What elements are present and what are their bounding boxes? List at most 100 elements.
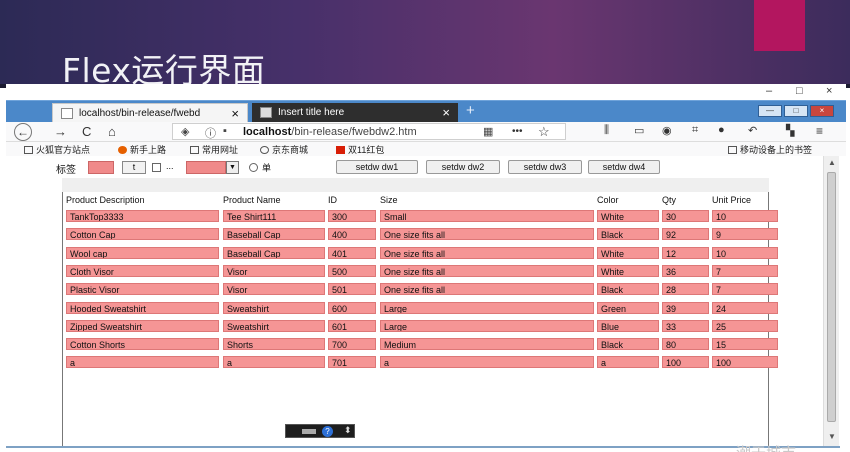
- table-cell[interactable]: 7: [712, 265, 778, 277]
- table-cell[interactable]: Cloth Visor: [66, 265, 219, 277]
- table-cell[interactable]: 15: [712, 338, 778, 350]
- table-cell[interactable]: Baseball Cap: [223, 247, 325, 259]
- table-cell[interactable]: 33: [662, 320, 709, 332]
- table-cell[interactable]: 701: [328, 356, 376, 368]
- table-cell[interactable]: 39: [662, 302, 709, 314]
- table-cell[interactable]: One size fits all: [380, 265, 594, 277]
- table-cell[interactable]: 700: [328, 338, 376, 350]
- flash-toolbar[interactable]: ? ⬍: [285, 424, 355, 438]
- table-cell[interactable]: Shorts: [223, 338, 325, 350]
- table-cell[interactable]: Sweatshirt: [223, 302, 325, 314]
- table-cell[interactable]: White: [597, 265, 659, 277]
- table-cell[interactable]: Hooded Sweatshirt: [66, 302, 219, 314]
- screenshot-icon[interactable]: ⌗: [692, 124, 698, 137]
- scroll-up-arrow[interactable]: ▲: [828, 158, 836, 167]
- undo-icon[interactable]: ↶: [748, 124, 757, 137]
- table-cell[interactable]: One size fits all: [380, 228, 594, 240]
- table-cell[interactable]: Medium: [380, 338, 594, 350]
- bookmark-firefox[interactable]: 火狐官方站点: [24, 143, 90, 156]
- table-cell[interactable]: 500: [328, 265, 376, 277]
- extensions-icon[interactable]: ▚: [786, 124, 794, 137]
- tab-insert-title[interactable]: Insert title here ×: [252, 103, 458, 123]
- table-cell[interactable]: Green: [597, 302, 659, 314]
- inner-maximize-button[interactable]: □: [784, 105, 808, 117]
- chat-icon[interactable]: ●: [718, 124, 725, 136]
- bookmark-mobile[interactable]: 移动设备上的书签: [728, 143, 812, 156]
- table-cell[interactable]: 100: [662, 356, 709, 368]
- table-cell[interactable]: One size fits all: [380, 247, 594, 259]
- close-tab-icon[interactable]: ×: [231, 106, 239, 121]
- table-cell[interactable]: Tee Shirt111: [223, 210, 325, 222]
- table-cell[interactable]: Cotton Shorts: [66, 338, 219, 350]
- scroll-thumb[interactable]: [827, 172, 836, 422]
- column-header[interactable]: ID: [328, 195, 337, 205]
- table-cell[interactable]: Wool cap: [66, 247, 219, 259]
- table-cell[interactable]: 24: [712, 302, 778, 314]
- info-icon[interactable]: ⓘ: [205, 125, 216, 141]
- table-cell[interactable]: 30: [662, 210, 709, 222]
- column-header[interactable]: Product Name: [223, 195, 281, 205]
- reload-button[interactable]: C: [82, 124, 91, 139]
- table-cell[interactable]: Black: [597, 228, 659, 240]
- table-cell[interactable]: 10: [712, 210, 778, 222]
- menu-icon[interactable]: ≡: [816, 124, 823, 138]
- scroll-down-arrow[interactable]: ▼: [828, 432, 836, 441]
- table-cell[interactable]: a: [66, 356, 219, 368]
- column-header[interactable]: Color: [597, 195, 619, 205]
- table-cell[interactable]: Sweatshirt: [223, 320, 325, 332]
- table-cell[interactable]: 12: [662, 247, 709, 259]
- column-header[interactable]: Unit Price: [712, 195, 751, 205]
- table-cell[interactable]: 9: [712, 228, 778, 240]
- inner-close-button[interactable]: ×: [810, 105, 834, 117]
- t-button[interactable]: t: [122, 161, 146, 174]
- bookmark-jd[interactable]: 京东商城: [260, 143, 308, 156]
- table-cell[interactable]: Small: [380, 210, 594, 222]
- table-cell[interactable]: Plastic Visor: [66, 283, 219, 295]
- radio-button[interactable]: [249, 163, 258, 172]
- table-cell[interactable]: Blue: [597, 320, 659, 332]
- bookmark-common[interactable]: 常用网址: [190, 143, 238, 156]
- bookmark-newbie[interactable]: 新手上路: [118, 143, 166, 156]
- table-cell[interactable]: 36: [662, 265, 709, 277]
- table-cell[interactable]: 601: [328, 320, 376, 332]
- table-cell[interactable]: a: [597, 356, 659, 368]
- table-cell[interactable]: Baseball Cap: [223, 228, 325, 240]
- close-tab-icon[interactable]: ×: [442, 105, 450, 120]
- minimize-icon[interactable]: [302, 429, 316, 434]
- maximize-button[interactable]: □: [796, 85, 803, 97]
- library-icon[interactable]: ⫼: [604, 124, 609, 137]
- column-header[interactable]: Qty: [662, 195, 676, 205]
- setdw-dw3-button[interactable]: setdw dw3: [508, 160, 582, 174]
- table-cell[interactable]: 600: [328, 302, 376, 314]
- back-button[interactable]: ←: [14, 123, 32, 141]
- qr-code-icon[interactable]: ▦: [483, 125, 493, 138]
- table-cell[interactable]: 28: [662, 283, 709, 295]
- table-cell[interactable]: 10: [712, 247, 778, 259]
- table-cell[interactable]: 92: [662, 228, 709, 240]
- url-bar[interactable]: ◈ ⓘ ▪ localhost/bin-release/fwebdw2.htm …: [172, 123, 566, 140]
- account-icon[interactable]: ◉: [662, 124, 672, 137]
- table-cell[interactable]: a: [380, 356, 594, 368]
- table-cell[interactable]: Black: [597, 283, 659, 295]
- setdw-dw2-button[interactable]: setdw dw2: [426, 160, 500, 174]
- sidebar-icon[interactable]: ▭: [634, 124, 644, 137]
- table-cell[interactable]: 7: [712, 283, 778, 295]
- home-button[interactable]: ⌂: [108, 124, 116, 139]
- table-cell[interactable]: Zipped Sweatshirt: [66, 320, 219, 332]
- setdw-dw4-button[interactable]: setdw dw4: [588, 160, 660, 174]
- column-header[interactable]: Size: [380, 195, 398, 205]
- table-cell[interactable]: Cotton Cap: [66, 228, 219, 240]
- minimize-button[interactable]: –: [766, 85, 772, 97]
- help-icon[interactable]: ?: [322, 426, 333, 437]
- new-tab-button[interactable]: +: [466, 102, 475, 119]
- table-cell[interactable]: 25: [712, 320, 778, 332]
- tab-localhost[interactable]: localhost/bin-release/fwebd ×: [52, 103, 248, 123]
- table-cell[interactable]: Large: [380, 320, 594, 332]
- inner-minimize-button[interactable]: —: [758, 105, 782, 117]
- setdw-dw1-button[interactable]: setdw dw1: [336, 160, 418, 174]
- spinner-icon[interactable]: ⬍: [344, 425, 352, 436]
- dropdown-value[interactable]: [186, 161, 226, 174]
- table-cell[interactable]: Visor: [223, 265, 325, 277]
- close-window-button[interactable]: ×: [826, 85, 832, 97]
- table-cell[interactable]: One size fits all: [380, 283, 594, 295]
